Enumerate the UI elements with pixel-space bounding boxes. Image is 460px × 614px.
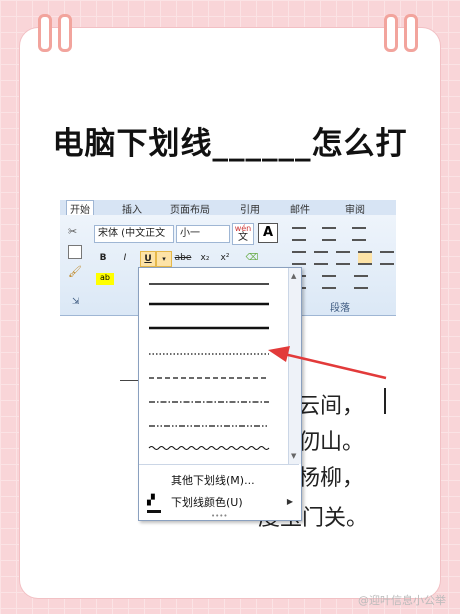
numbering-icon[interactable] <box>322 227 336 241</box>
text-caret <box>384 388 386 414</box>
scroll-up-arrow-icon[interactable]: ▲ <box>291 272 296 280</box>
tab-references[interactable]: 引用 <box>240 201 260 216</box>
underline-style-list <box>148 283 270 450</box>
copy-icon[interactable] <box>68 245 82 259</box>
superscript-button[interactable]: x² <box>218 251 232 265</box>
subscript-button[interactable]: x₂ <box>198 251 212 265</box>
tab-page-layout[interactable]: 页面布局 <box>170 201 210 216</box>
tab-review[interactable]: 审阅 <box>345 201 365 216</box>
underline-style-dropdown: ▲ ▼ 其他下划线(M)... ▞ 下划线颜色(U) ▶ •••• <box>138 267 302 521</box>
watermark: @迎叶信息小公举 <box>358 594 446 607</box>
phonetic-guide-button[interactable]: wén 文 <box>232 223 254 245</box>
align-right-icon[interactable] <box>336 251 350 265</box>
underline-color-icon: ▞ <box>147 496 161 513</box>
clipboard-launcher-icon[interactable]: ⇲ <box>72 297 80 307</box>
menu-separator <box>139 464 299 465</box>
resize-grip-icon[interactable]: •••• <box>211 512 228 520</box>
dropdown-scrollbar[interactable]: ▲ ▼ <box>288 268 301 464</box>
underline-color-item[interactable]: 下划线颜色(U) <box>171 494 243 510</box>
document-line-2: 仞山。 <box>298 430 365 455</box>
underline-button[interactable]: U <box>140 251 156 267</box>
character-border-button[interactable]: A <box>258 223 278 243</box>
strikethrough-button[interactable]: abe <box>174 251 192 265</box>
tab-insert[interactable]: 插入 <box>122 201 142 216</box>
bold-button[interactable]: B <box>96 251 110 265</box>
font-name-select[interactable]: 宋体 (中文正文 <box>94 225 174 243</box>
more-underlines-item[interactable]: 其他下划线(M)... <box>171 472 255 488</box>
italic-button[interactable]: I <box>118 251 132 265</box>
multilevel-list-icon[interactable] <box>352 227 366 241</box>
align-center-icon[interactable] <box>314 251 328 265</box>
underline-dropdown-arrow[interactable]: ▾ <box>156 251 172 267</box>
line-spacing-icon[interactable] <box>322 275 336 289</box>
binder-ring-left-1 <box>38 14 52 52</box>
binder-ring-left-2 <box>58 14 72 52</box>
tab-mailings[interactable]: 邮件 <box>290 201 310 216</box>
bullets-icon[interactable] <box>292 227 306 241</box>
align-left-icon[interactable] <box>292 251 306 265</box>
underline-wave <box>148 446 270 450</box>
clear-format-icon[interactable]: ⌫ <box>244 251 260 265</box>
ribbon-tabs: 开始 插入 页面布局 引用 邮件 审阅 <box>60 200 396 216</box>
borders-icon[interactable] <box>354 275 368 289</box>
paragraph-group-label: 段落 <box>330 303 350 314</box>
binder-ring-right-1 <box>384 14 398 52</box>
submenu-arrow-icon: ▶ <box>286 497 293 506</box>
document-line-3: 杨柳， <box>298 466 365 491</box>
tab-home[interactable]: 开始 <box>66 200 94 216</box>
page-title: 电脑下划线______怎么打 <box>52 126 408 162</box>
justify-icon[interactable] <box>358 251 372 265</box>
font-size-select[interactable]: 小一 <box>176 225 230 243</box>
underline-more-icon <box>147 472 161 486</box>
scroll-down-arrow-icon[interactable]: ▼ <box>291 452 296 460</box>
format-painter-icon[interactable]: 🖌 <box>68 265 82 278</box>
cut-icon[interactable]: ✂ <box>68 225 82 239</box>
binder-ring-right-2 <box>404 14 418 52</box>
distributed-icon[interactable] <box>380 251 394 265</box>
document-line-1: 云间， <box>298 394 365 419</box>
highlight-icon[interactable]: ab <box>96 273 114 285</box>
